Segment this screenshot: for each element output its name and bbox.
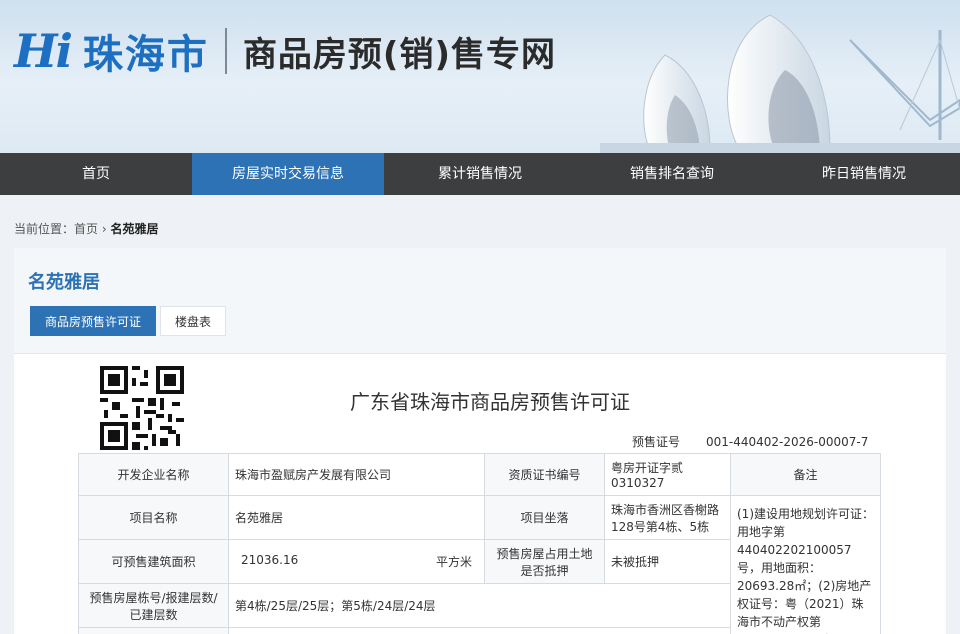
buildings-label: 预售房屋栋号/报建层数/已建层数 <box>78 583 229 628</box>
breadcrumb-current: 名苑雅居 <box>110 222 159 236</box>
mortgage-value: 未被抵押 <box>604 539 731 584</box>
panel-header: 名苑雅居 商品房预售许可证 楼盘表 <box>14 248 946 354</box>
project-title: 名苑雅居 <box>28 272 100 293</box>
site-banner: Hi 珠海市 商品房预(销)售专网 <box>0 0 960 153</box>
table-row: 开发企业名称 珠海市盈赋房产发展有限公司 资质证书编号 粤房开证字贰031032… <box>78 453 881 496</box>
note-label: 备注 <box>730 453 881 496</box>
project-tabs: 商品房预售许可证 楼盘表 <box>30 306 230 336</box>
opera-house-illustration <box>600 14 960 153</box>
location-label: 项目坐落 <box>484 495 605 540</box>
license-info-table: 开发企业名称 珠海市盈赋房产发展有限公司 资质证书编号 粤房开证字贰031032… <box>78 453 881 634</box>
breadcrumb-prefix: 当前位置： <box>14 222 75 236</box>
logo-city: 珠海市 <box>82 32 209 78</box>
nav-home[interactable]: 首页 <box>0 153 192 195</box>
certificate-title: 广东省珠海市商品房预售许可证 <box>350 390 630 414</box>
area-unit: 平方米 <box>435 555 472 569</box>
table-row: 项目名称 名苑雅居 项目坐落 珠海市香洲区香榭路128号第4栋、5栋 (1)建设… <box>78 495 881 634</box>
qualification-value: 粤房开证字贰0310327 <box>604 453 731 496</box>
logo-divider <box>224 28 227 74</box>
certificate-number-value: 001-440402-2026-00007-7 <box>706 435 869 449</box>
location-value: 珠海市香洲区香榭路128号第4栋、5栋 <box>604 495 731 540</box>
tab-building-table[interactable]: 楼盘表 <box>160 306 227 336</box>
buildings-value: 第4栋/25层/25层；第5栋/24层/24层 <box>228 583 731 628</box>
qualification-label: 资质证书编号 <box>484 453 605 496</box>
certificate-number: 预售证号 001-440402-2026-00007-7 <box>632 433 868 450</box>
site-logo[interactable]: Hi 珠海市 商品房预(销)售专网 <box>14 22 556 80</box>
developer-label: 开发企业名称 <box>78 453 229 496</box>
site-title: 商品房预(销)售专网 <box>242 34 557 75</box>
breadcrumb-separator: › <box>98 222 111 236</box>
nav-yesterday-sales[interactable]: 昨日销售情况 <box>768 153 960 195</box>
area-cell: 21036.16 平方米 <box>228 539 485 584</box>
mortgage-label: 预售房屋占用土地是否抵押 <box>484 539 605 584</box>
nav-realtime-transactions[interactable]: 房屋实时交易信息 <box>192 153 384 195</box>
developer-value: 珠海市盈赋房产发展有限公司 <box>228 453 485 496</box>
tab-presale-license[interactable]: 商品房预售许可证 <box>30 306 157 336</box>
project-name-label: 项目名称 <box>78 495 229 540</box>
nav-sales-ranking[interactable]: 销售排名查询 <box>576 153 768 195</box>
logo-hi: Hi <box>14 24 73 78</box>
area-label: 可预售建筑面积 <box>78 539 229 584</box>
area-value: 21036.16 <box>241 553 299 567</box>
nav-cumulative-sales[interactable]: 累计销售情况 <box>384 153 576 195</box>
note-value: (1)建设用地规划许可证：用地字第440402202100057号，用地面积：2… <box>730 495 881 634</box>
breadcrumb: 当前位置：首页 › 名苑雅居 <box>14 220 158 237</box>
project-panel: 名苑雅居 商品房预售许可证 楼盘表 广东省珠海市商品房预售许可证 预售证号 001… <box>14 248 946 634</box>
certificate-number-label: 预售证号 <box>632 435 681 449</box>
breadcrumb-home-link[interactable]: 首页 <box>74 222 98 236</box>
project-name-value: 名苑雅居 <box>228 495 485 540</box>
main-nav: 首页 房屋实时交易信息 累计销售情况 销售排名查询 昨日销售情况 <box>0 153 960 195</box>
